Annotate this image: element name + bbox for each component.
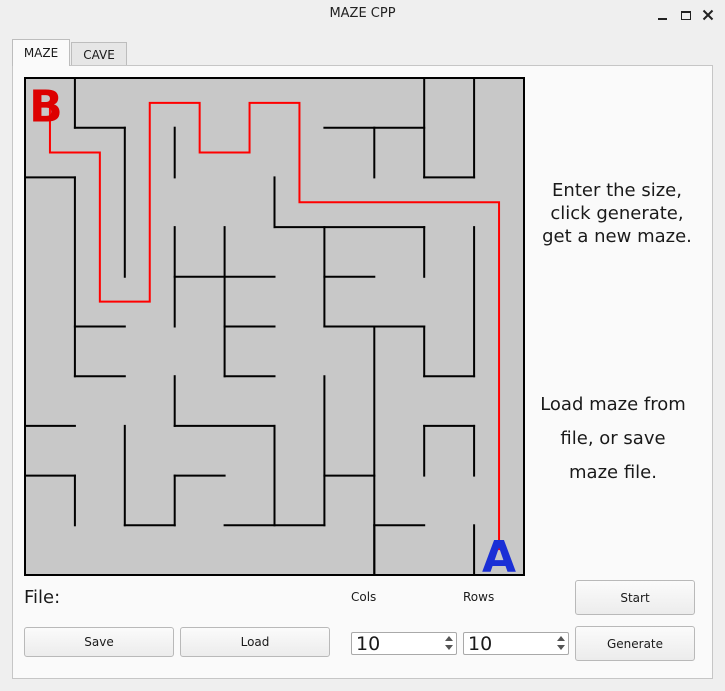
tab-maze[interactable]: MAZE bbox=[12, 39, 70, 66]
cols-value[interactable]: 10 bbox=[356, 633, 380, 655]
tab-cave[interactable]: CAVE bbox=[71, 42, 127, 67]
rows-spinbox[interactable]: 10 bbox=[463, 632, 569, 655]
window-title: MAZE CPP bbox=[329, 6, 396, 21]
cols-spinbox[interactable]: 10 bbox=[351, 632, 457, 655]
maze-view: AB bbox=[24, 77, 525, 576]
generate-hint-line: get a new maze. bbox=[542, 226, 692, 247]
end-marker: B bbox=[29, 82, 63, 133]
file-hint-line: file, or save bbox=[560, 428, 666, 449]
file-hint-line: maze file. bbox=[569, 462, 657, 483]
save-button[interactable]: Save bbox=[24, 627, 174, 657]
generate-hint-line: click generate, bbox=[550, 203, 684, 224]
close-icon[interactable] bbox=[700, 6, 716, 24]
arrow-up-icon[interactable] bbox=[445, 636, 453, 641]
title-bar: MAZE CPP bbox=[0, 0, 725, 32]
start-marker: A bbox=[482, 532, 516, 576]
generate-hint: Enter the size, click generate, get a ne… bbox=[526, 179, 708, 248]
rows-value[interactable]: 10 bbox=[468, 633, 492, 655]
arrow-down-icon[interactable] bbox=[557, 645, 565, 650]
cols-stepper[interactable] bbox=[442, 633, 456, 654]
minimize-icon[interactable] bbox=[654, 6, 670, 24]
arrow-up-icon[interactable] bbox=[557, 636, 565, 641]
start-button[interactable]: Start bbox=[575, 580, 695, 615]
cols-label: Cols bbox=[351, 590, 377, 604]
generate-hint-line: Enter the size, bbox=[552, 180, 682, 201]
load-button[interactable]: Load bbox=[180, 627, 330, 657]
generate-button[interactable]: Generate bbox=[575, 626, 695, 661]
maximize-icon[interactable] bbox=[678, 6, 694, 24]
file-label: File: bbox=[24, 587, 61, 608]
rows-stepper[interactable] bbox=[554, 633, 568, 654]
file-hint: Load maze from file, or save maze file. bbox=[522, 388, 704, 490]
maze-canvas: AB bbox=[24, 77, 525, 576]
arrow-down-icon[interactable] bbox=[445, 645, 453, 650]
rows-label: Rows bbox=[463, 590, 495, 604]
file-hint-line: Load maze from bbox=[540, 394, 686, 415]
